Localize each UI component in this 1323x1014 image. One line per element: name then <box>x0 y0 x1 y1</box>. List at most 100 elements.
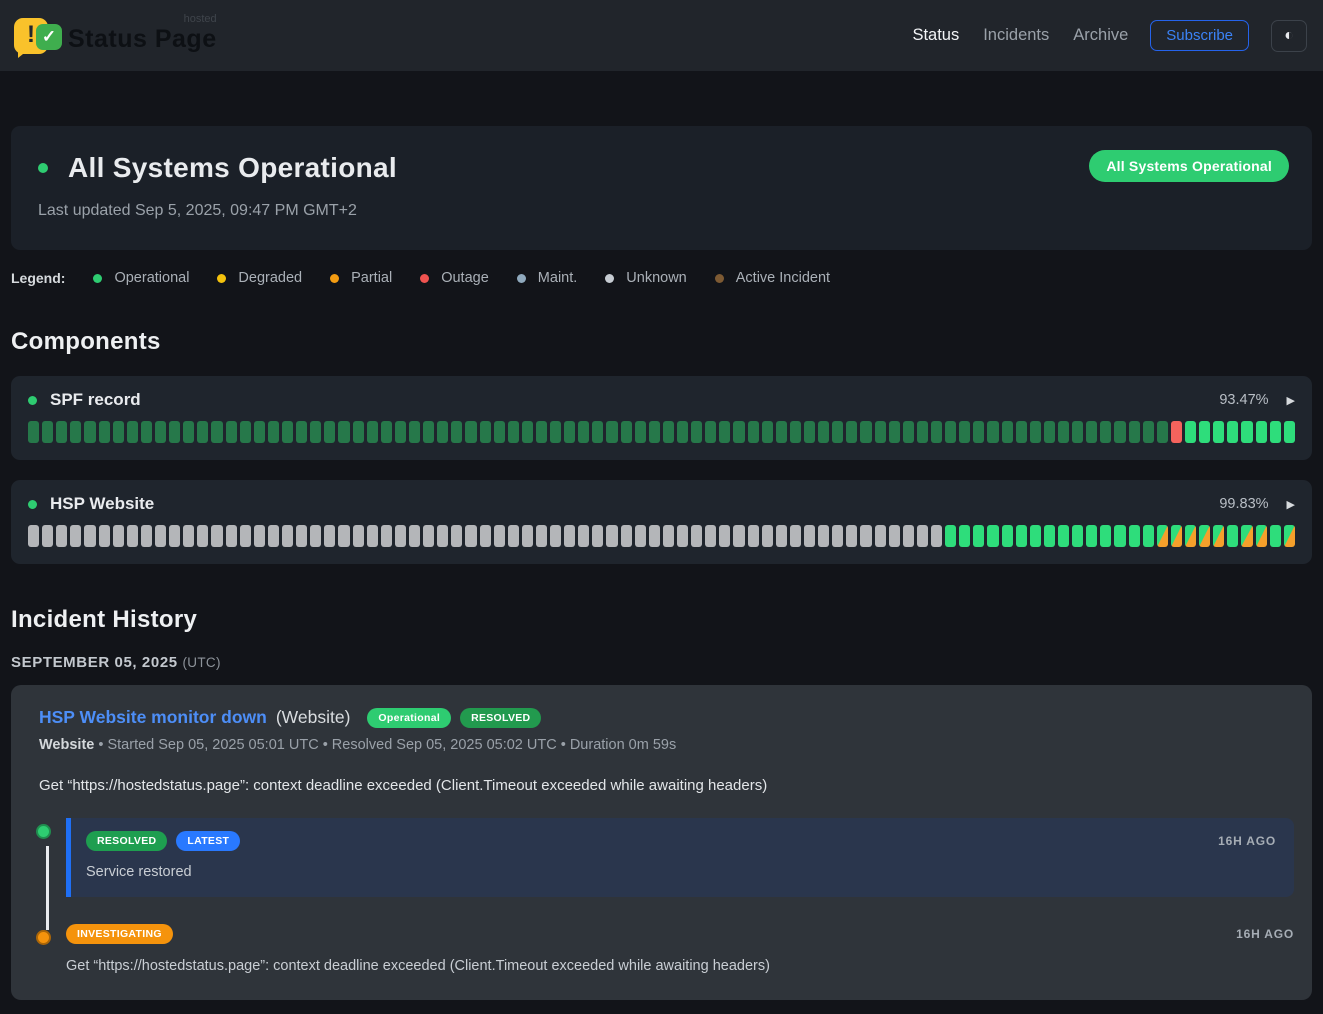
timeline-entry: INVESTIGATING16H AGOGet “https://hosteds… <box>28 924 1294 974</box>
legend-item-outage: Outage <box>420 270 489 286</box>
uptime-bar-dim <box>987 421 998 443</box>
uptime-bar-dim <box>536 421 547 443</box>
nav-link-incidents[interactable]: Incidents <box>983 26 1049 45</box>
uptime-bar-dim <box>889 421 900 443</box>
uptime-bar-dim <box>917 421 928 443</box>
uptime-bar-unknown <box>353 525 364 547</box>
uptime-bar-ok <box>1284 421 1295 443</box>
uptime-bar-unknown <box>578 525 589 547</box>
uptime-bar-unknown <box>748 525 759 547</box>
uptime-bar-unknown <box>903 525 914 547</box>
uptime-bar-unknown <box>776 525 787 547</box>
uptime-bar-unknown <box>226 525 237 547</box>
uptime-bar-unknown <box>762 525 773 547</box>
legend-item-label: Active Incident <box>736 270 830 286</box>
uptime-bar-partial <box>1256 525 1267 547</box>
component-status-dot <box>28 396 37 405</box>
uptime-bar-dim <box>395 421 406 443</box>
uptime-bar-ok <box>987 525 998 547</box>
legend-item-partial: Partial <box>330 270 392 286</box>
uptime-bar-unknown <box>197 525 208 547</box>
uptime-bar-dim <box>367 421 378 443</box>
uptime-bar-dim <box>1016 421 1027 443</box>
main-nav: Status Incidents Archive <box>912 26 1128 45</box>
header: ! ✓ hosted Status Page Status Incidents Ar… <box>0 0 1323 71</box>
uptime-bar-unknown <box>592 525 603 547</box>
uptime-bar-ok <box>1213 421 1224 443</box>
legend-item-degraded: Degraded <box>217 270 302 286</box>
uptime-bar-unknown <box>324 525 335 547</box>
uptime-bar-dim <box>550 421 561 443</box>
uptime-bar-ok <box>1058 525 1069 547</box>
uptime-bar-dim <box>409 421 420 443</box>
nav-link-status[interactable]: Status <box>912 26 959 45</box>
uptime-bar-unknown <box>338 525 349 547</box>
update-block: INVESTIGATING16H AGOGet “https://hosteds… <box>66 924 1294 974</box>
uptime-bar-dim <box>945 421 956 443</box>
uptime-bar-unknown <box>564 525 575 547</box>
uptime-bar-dim <box>127 421 138 443</box>
uptime-bar-dim <box>1058 421 1069 443</box>
uptime-bar-dim <box>282 421 293 443</box>
expand-caret-icon[interactable]: ▶ <box>1287 394 1295 407</box>
uptime-bar-dim <box>465 421 476 443</box>
incident-meta: Website • Started Sep 05, 2025 05:01 UTC… <box>28 737 1294 753</box>
uptime-bar-dim <box>691 421 702 443</box>
uptime-bar-ok <box>1086 525 1097 547</box>
legend-dot <box>605 274 614 283</box>
uptime-bar-dim <box>1129 421 1140 443</box>
component-card-spf-record[interactable]: SPF record93.47%▶ <box>11 376 1312 460</box>
overall-status-title: All Systems Operational <box>68 152 397 184</box>
update-message: Get “https://hostedstatus.page”: context… <box>66 958 1294 974</box>
uptime-bar-unknown <box>889 525 900 547</box>
uptime-bar-dim <box>832 421 843 443</box>
uptime-bar-unknown <box>99 525 110 547</box>
uptime-bar-dim <box>508 421 519 443</box>
uptime-bar-dim <box>197 421 208 443</box>
uptime-bar-unknown <box>395 525 406 547</box>
uptime-bar-unknown <box>691 525 702 547</box>
brand-logo[interactable]: ! ✓ hosted Status Page <box>12 14 217 58</box>
uptime-bar-unknown <box>169 525 180 547</box>
uptime-bar-unknown <box>296 525 307 547</box>
uptime-bar-ok <box>1270 421 1281 443</box>
uptime-bar-dim <box>762 421 773 443</box>
uptime-bar-dim <box>310 421 321 443</box>
uptime-bar-unknown <box>28 525 39 547</box>
uptime-bar-dim <box>113 421 124 443</box>
uptime-bar-dim <box>903 421 914 443</box>
uptime-bar-dim <box>84 421 95 443</box>
status-page-logo-icon: ! ✓ <box>12 14 58 58</box>
uptime-bar-dim <box>733 421 744 443</box>
uptime-bar-dim <box>1086 421 1097 443</box>
legend: Legend: OperationalDegradedPartialOutage… <box>11 270 1312 286</box>
legend-label: Legend: <box>11 270 65 286</box>
uptime-bar-ok <box>945 525 956 547</box>
uptime-bar-unknown <box>127 525 138 547</box>
badge-operational: Operational <box>367 708 451 728</box>
uptime-bar-dim <box>790 421 801 443</box>
legend-item-label: Partial <box>351 270 392 286</box>
subscribe-button[interactable]: Subscribe <box>1150 20 1249 51</box>
update-timestamp: 16H AGO <box>1218 834 1276 848</box>
component-card-hsp-website[interactable]: HSP Website99.83%▶ <box>11 480 1312 564</box>
uptime-bar-dim <box>818 421 829 443</box>
update-timestamp: 16H AGO <box>1236 927 1294 941</box>
brand-superscript: hosted <box>184 13 217 25</box>
uptime-bar-dim <box>973 421 984 443</box>
expand-caret-icon[interactable]: ▶ <box>1287 498 1295 511</box>
uptime-bar-dim <box>1100 421 1111 443</box>
theme-toggle-button[interactable]: ◐ <box>1271 20 1307 52</box>
uptime-bar-dim <box>494 421 505 443</box>
uptime-bar-unknown <box>860 525 871 547</box>
uptime-bar-dim <box>211 421 222 443</box>
uptime-bar-unknown <box>268 525 279 547</box>
legend-item-label: Outage <box>441 270 489 286</box>
uptime-bar-dim <box>423 421 434 443</box>
incident-title-link[interactable]: HSP Website monitor down <box>39 707 267 728</box>
components-list: SPF record93.47%▶ HSP Website99.83%▶ <box>11 376 1312 564</box>
nav-link-archive[interactable]: Archive <box>1073 26 1128 45</box>
uptime-bar-dim <box>1114 421 1125 443</box>
incident-card: HSP Website monitor down (Website) Opera… <box>11 685 1312 1000</box>
overall-status-card: All Systems Operational Last updated Sep… <box>11 126 1312 250</box>
